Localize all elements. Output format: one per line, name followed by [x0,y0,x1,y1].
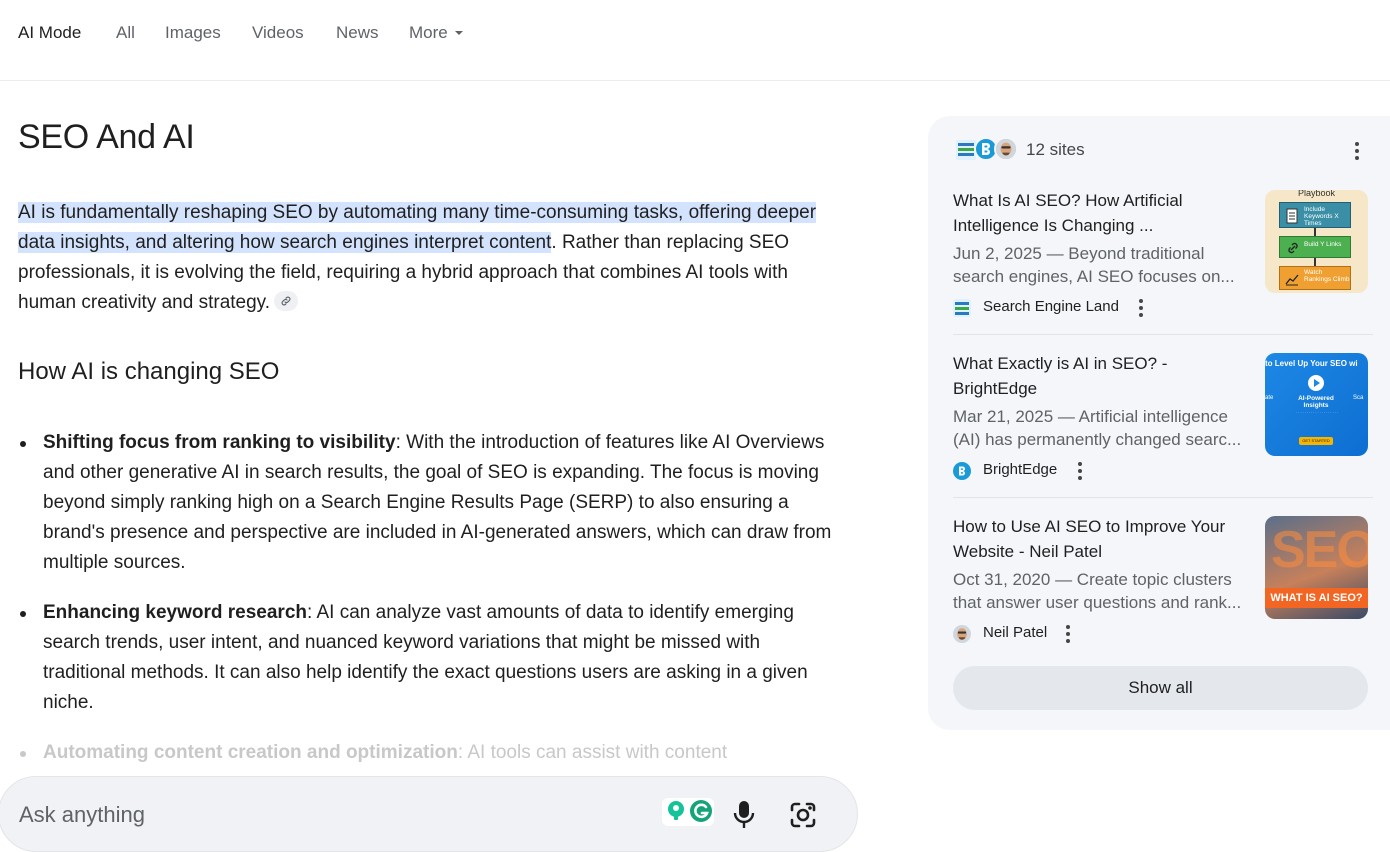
search-engine-land-favicon [953,299,971,317]
sources-count: 12 sites [1026,140,1085,159]
link-icon [281,296,291,306]
intro-paragraph: AI is fundamentally reshaping SEO by aut… [18,198,818,318]
source-card[interactable]: What Is AI SEO? How Artificial Intellige… [953,188,1368,338]
source-site: BrightEdge [953,459,1213,483]
source-site-name: Search Engine Land [983,298,1119,315]
trend-up-icon [1285,274,1299,286]
thumb-seo-text: SEO [1271,521,1368,579]
document-icon [1286,208,1298,224]
more-options-icon[interactable] [1131,296,1151,320]
more-options-icon[interactable] [1070,459,1090,483]
caret-down-icon [454,30,463,35]
search-tabs-bar: AI Mode All Images Videos News More [0,0,1390,81]
bullet-heading: Automating content creation and optimiza… [43,742,458,763]
more-options-icon[interactable] [1058,622,1078,646]
thumb-step: Watch Rankings Climb [1279,266,1351,290]
source-card[interactable]: How to Use AI SEO to Improve Your Websit… [953,514,1368,664]
neil-patel-avatar [994,137,1018,161]
link-icon [1288,242,1298,254]
source-thumbnail: SEO WHAT IS AI SEO? [1265,516,1368,619]
tab-more-label: More [409,23,448,42]
source-snippet: Jun 2, 2025 — Beyond traditional search … [953,244,1235,286]
bullet-heading: Enhancing keyword research [43,602,307,623]
ai-answer: SEO And AI AI is fundamentally reshaping… [18,100,838,780]
source-title[interactable]: What Exactly is AI in SEO? - BrightEdge [953,351,1253,401]
source-site: Neil Patel [953,622,1213,646]
thumb-heading: to Level Up Your SEO wi [1265,359,1358,368]
tab-videos[interactable]: Videos [252,22,304,44]
section-heading: How AI is changing SEO [18,358,280,385]
bullet-text: : With the introduction of features like… [43,432,832,573]
source-thumbnail: to Level Up Your SEO wi AI-Powered Insig… [1265,353,1368,456]
google-lens-button[interactable] [787,799,819,831]
microphone-button[interactable] [729,797,759,831]
list-item: Automating content creation and optimiza… [18,738,838,768]
source-site-name: Neil Patel [983,624,1048,641]
source-title[interactable]: How to Use AI SEO to Improve Your Websit… [953,514,1253,564]
play-icon [1308,375,1324,391]
list-item: Shifting focus from ranking to visibilit… [18,428,838,578]
bullet-text: : AI tools can assist with content [457,742,728,763]
thumb-step: Build Y Links [1279,236,1351,258]
tab-more[interactable]: More [409,22,463,44]
source-title[interactable]: What Is AI SEO? How Artificial Intellige… [953,188,1253,238]
source-thumbnail: Playbook Include Keywords X Times Build … [1265,190,1368,293]
tab-all[interactable]: All [116,22,135,44]
grammarly-extension-icon[interactable] [662,797,716,827]
sources-panel: 12 sites What Is AI SEO? How Artificial … [928,116,1390,730]
tab-ai-mode[interactable]: AI Mode [18,22,81,44]
thumb-step: Include Keywords X Times [1279,202,1351,228]
show-all-button[interactable]: Show all [953,666,1368,710]
tab-news[interactable]: News [336,22,379,44]
camera-search-icon [790,802,816,828]
more-options-icon[interactable] [1347,139,1367,163]
brightedge-favicon [953,462,971,480]
thumb-heading: Playbook [1297,190,1336,198]
source-site-name: BrightEdge [983,461,1058,478]
divider [953,334,1373,335]
divider [953,497,1373,498]
bullet-list: Shifting focus from ranking to visibilit… [18,428,838,780]
thumb-caption: WHAT IS AI SEO? [1265,588,1368,608]
ask-input[interactable] [19,799,579,831]
neil-patel-avatar [953,625,971,643]
tab-images[interactable]: Images [165,22,221,44]
page-title: SEO And AI [18,118,195,156]
list-item: Enhancing keyword research: AI can analy… [18,598,838,718]
bullet-heading: Shifting focus from ranking to visibilit… [43,432,396,453]
sources-header: 12 sites [954,136,1374,164]
ask-bar [0,776,858,852]
microphone-icon [733,801,755,828]
source-link-chip[interactable] [274,290,299,311]
source-snippet: Oct 31, 2020 — Create topic clusters tha… [953,570,1242,612]
source-snippet: Mar 21, 2025 — Artificial intelligence (… [953,407,1242,449]
source-card[interactable]: What Exactly is AI in SEO? - BrightEdge … [953,351,1368,501]
source-site: Search Engine Land [953,296,1213,320]
